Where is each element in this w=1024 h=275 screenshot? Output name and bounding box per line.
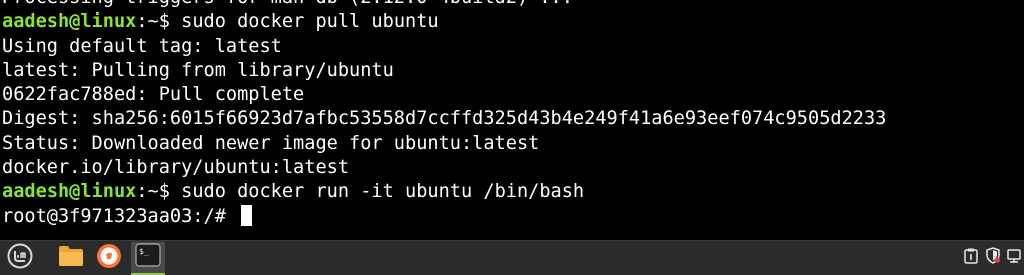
prompt-user: aadesh@linux — [2, 11, 137, 33]
shield-icon — [985, 247, 1001, 269]
desktop-screen: Processing triggers for man-db (2.12.0-4… — [0, 0, 1024, 275]
terminal-line: docker.io/library/ubuntu:latest — [2, 156, 886, 180]
output-text: Status: Downloaded newer image for ubunt… — [2, 132, 540, 154]
output-text: Digest: sha256:6015f66923d7afbc53558d7cc… — [2, 108, 887, 130]
output-text: latest: Pulling from library/ubuntu — [2, 59, 394, 81]
clipboard-tray[interactable] — [963, 248, 979, 269]
prompt-user: aadesh@linux — [2, 181, 137, 203]
prompt-separator: :~$ — [136, 181, 182, 203]
terminal-line: Using default tag: latest — [2, 35, 886, 59]
terminal-window[interactable]: Processing triggers for man-db (2.12.0-4… — [0, 0, 1024, 240]
output-text: Using default tag: latest — [2, 35, 282, 57]
network-tray[interactable] — [1006, 248, 1022, 269]
files-button[interactable] — [54, 242, 88, 275]
prompt-separator: :~$ — [136, 11, 182, 33]
firefox-button[interactable] — [92, 242, 126, 275]
clipboard-icon — [964, 248, 978, 269]
terminal-input-line[interactable]: root@3f971323aa03:/# — [2, 204, 886, 229]
shield-tray[interactable] — [985, 247, 1001, 269]
output-text: docker.io/library/ubuntu:latest — [2, 157, 350, 179]
terminal-icon: $_ — [135, 243, 161, 272]
text-cursor — [241, 204, 253, 226]
prompt-command: sudo docker run -it ubuntu /bin/bash — [181, 181, 585, 203]
terminal-button[interactable]: $_ — [131, 242, 165, 275]
root-prompt: root@3f971323aa03:/# — [2, 205, 238, 227]
taskbar: $_ — [0, 240, 1024, 275]
terminal-line: Digest: sha256:6015f66923d7afbc53558d7cc… — [2, 107, 886, 131]
terminal-line: latest: Pulling from library/ubuntu — [2, 59, 886, 83]
terminal-prompt-line: aadesh@linux:~$ sudo docker pull ubuntu — [2, 10, 886, 34]
prompt-command: sudo docker pull ubuntu — [181, 11, 439, 33]
menu-button[interactable] — [3, 242, 37, 275]
network-icon — [1006, 248, 1022, 269]
folder-icon — [58, 244, 84, 273]
linux-mint-menu-icon — [7, 243, 33, 274]
output-text: 0622fac788ed: Pull complete — [2, 84, 305, 106]
output-text: Processing triggers for man-db (2.12.0-4… — [2, 0, 573, 8]
terminal-prompt-line: aadesh@linux:~$ sudo docker run -it ubun… — [2, 180, 886, 204]
firefox-icon — [96, 243, 122, 274]
svg-text:$_: $_ — [139, 247, 149, 256]
terminal-line: 0622fac788ed: Pull complete — [2, 83, 886, 107]
terminal-line: Processing triggers for man-db (2.12.0-4… — [2, 0, 886, 10]
terminal-line: Status: Downloaded newer image for ubunt… — [2, 132, 886, 156]
terminal-output: Processing triggers for man-db (2.12.0-4… — [2, 0, 886, 229]
